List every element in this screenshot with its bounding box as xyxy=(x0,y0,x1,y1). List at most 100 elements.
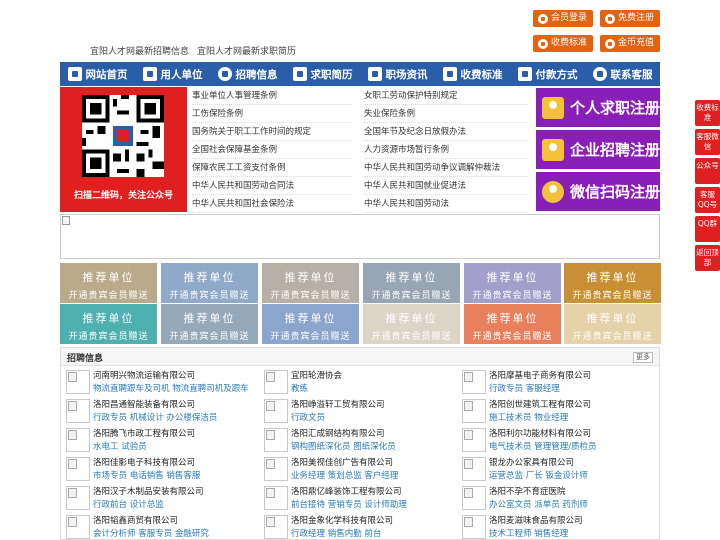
recommend-unit-card[interactable]: 推荐单位 开通贵宾会员赠送 xyxy=(564,263,661,303)
nav-employers[interactable]: 用人单位 xyxy=(135,62,210,86)
job-listing[interactable]: 洛阳不孕不育症医院 办公室文员 派单员 药剂师 xyxy=(462,484,654,512)
job-positions[interactable]: 电气技术员 管理管理/质检员 xyxy=(489,440,597,452)
company-name[interactable]: 洛阳腾飞市政工程有限公司 xyxy=(93,427,195,439)
price-standard-button[interactable]: 收费标准 xyxy=(533,35,594,52)
nav-payment[interactable]: 付款方式 xyxy=(510,62,585,86)
law-link[interactable]: 全国社会保障基金条例 xyxy=(192,141,352,159)
company-name[interactable]: 洛阳汇成钢结构有限公司 xyxy=(291,427,385,439)
law-link[interactable]: 工伤保险条例 xyxy=(192,105,352,123)
job-positions[interactable]: 行政经理 销售内勤 前台 xyxy=(291,527,381,539)
job-listing[interactable]: 洛阳创世建筑工程有限公司 施工技术员 物业经理 xyxy=(462,397,654,425)
company-name[interactable]: 洛阳不孕不育症医院 xyxy=(489,485,566,497)
nav-home[interactable]: 网站首页 xyxy=(60,62,135,86)
job-positions[interactable]: 行政文员 xyxy=(291,411,325,423)
job-positions[interactable]: 市场专员 电话销售 销售客服 xyxy=(93,469,200,481)
job-positions[interactable]: 物流直聘跟车及司机 物流直聘司机及跟车 xyxy=(93,382,249,394)
job-positions[interactable]: 教练 xyxy=(291,382,308,394)
law-link[interactable]: 国务院关于职工工作时间的规定 xyxy=(192,123,352,141)
company-name[interactable]: 宜阳轮滑协会 xyxy=(291,369,342,381)
nav-resumes[interactable]: 求职简历 xyxy=(285,62,360,86)
company-name[interactable]: 洛阳昌通智能装备有限公司 xyxy=(93,398,195,410)
company-name[interactable]: 洛阳美视佳创广告有限公司 xyxy=(291,456,393,468)
job-positions[interactable]: 办公室文员 派单员 药剂师 xyxy=(489,498,588,510)
job-positions[interactable]: 运营总监 厂长 钣金设计师 xyxy=(489,469,588,481)
company-name[interactable]: 洛阳韬鑫商贸有限公司 xyxy=(93,514,178,526)
company-name[interactable]: 河南明兴物流运输有限公司 xyxy=(93,369,195,381)
nav-jobs[interactable]: 招聘信息 xyxy=(210,62,285,86)
nav-contact[interactable]: 联系客服 xyxy=(585,62,660,86)
side-top-button[interactable]: 返回顶部 xyxy=(695,245,720,271)
law-link[interactable]: 失业保险条例 xyxy=(364,105,528,123)
job-listing[interactable]: 洛阳鼎亿峰装饰工程有限公司 前台接待 营销专员 设计师助理 xyxy=(264,484,456,512)
law-link[interactable]: 全国年节及纪念日放假办法 xyxy=(364,123,528,141)
personal-register-button[interactable]: 个人求职注册 xyxy=(536,88,660,127)
job-positions[interactable]: 技术工程师 销售经理 xyxy=(489,527,568,539)
side-qq-group-button[interactable]: QQ群 xyxy=(695,216,720,242)
job-listing[interactable]: 洛阳腾飞市政工程有限公司 水电工 试验员 xyxy=(66,426,258,454)
recommend-unit-card[interactable]: 推荐单位 开通贵宾会员赠送 xyxy=(161,304,258,344)
job-positions[interactable]: 行政前台 设计总监 xyxy=(93,498,164,510)
job-listing[interactable]: 洛阳昌通智能装备有限公司 行政专员 机械设计 办公楼保洁员 xyxy=(66,397,258,425)
job-listing[interactable]: 洛阳佳影电子科技有限公司 市场专员 电话销售 销售客服 xyxy=(66,455,258,483)
company-name[interactable]: 银龙办公家具有限公司 xyxy=(489,456,574,468)
job-positions[interactable]: 水电工 试验员 xyxy=(93,440,147,452)
job-listing[interactable]: 洛阳汉子木制品安装有限公司 行政前台 设计总监 xyxy=(66,484,258,512)
company-name[interactable]: 洛阳金象化学科技有限公司 xyxy=(291,514,393,526)
job-positions[interactable]: 会计分析师 客服专员 金融研究 xyxy=(93,527,209,539)
latest-resumes-link[interactable]: 宜阳人才网最新求职简历 xyxy=(197,44,296,57)
recommend-unit-card[interactable]: 推荐单位 开通贵宾会员赠送 xyxy=(363,263,460,303)
side-account-button[interactable]: 公众号 xyxy=(695,158,720,184)
law-link[interactable]: 中华人民共和国劳动争议调解仲裁法 xyxy=(364,159,528,177)
job-listing[interactable]: 洛阳麦滋味食品有限公司 技术工程师 销售经理 xyxy=(462,513,654,540)
recommend-unit-card[interactable]: 推荐单位 开通贵宾会员赠送 xyxy=(262,304,359,344)
latest-jobs-link[interactable]: 宜阳人才网最新招聘信息 xyxy=(90,44,189,57)
coin-recharge-button[interactable]: 金币充值 xyxy=(600,35,661,52)
recommend-unit-card[interactable]: 推荐单位 开通贵宾会员赠送 xyxy=(564,304,661,344)
job-listing[interactable]: 洛阳美视佳创广告有限公司 业务经理 策划总监 客户经理 xyxy=(264,455,456,483)
job-listing[interactable]: 宜阳轮滑协会 教练 xyxy=(264,368,456,396)
free-register-button[interactable]: 免费注册 xyxy=(600,10,661,27)
law-link[interactable]: 女职工劳动保护特别规定 xyxy=(364,87,528,105)
recommend-unit-card[interactable]: 推荐单位 开通贵宾会员赠送 xyxy=(464,304,561,344)
job-listing[interactable]: 洛阳摩基电子商务有限公司 行政专员 客服经理 xyxy=(462,368,654,396)
job-listing[interactable]: 河南明兴物流运输有限公司 物流直聘跟车及司机 物流直聘司机及跟车 xyxy=(66,368,258,396)
company-name[interactable]: 洛阳佳影电子科技有限公司 xyxy=(93,456,195,468)
nav-news[interactable]: 职场资讯 xyxy=(360,62,435,86)
more-button[interactable]: 更多 xyxy=(633,352,653,363)
law-link[interactable]: 中华人民共和国就业促进法 xyxy=(364,177,528,195)
law-link[interactable]: 保障农民工工资支付条例 xyxy=(192,159,352,177)
recommend-unit-card[interactable]: 推荐单位 开通贵宾会员赠送 xyxy=(464,263,561,303)
nav-pricing[interactable]: 收费标准 xyxy=(435,62,510,86)
recommend-unit-card[interactable]: 推荐单位 开通贵宾会员赠送 xyxy=(161,263,258,303)
company-name[interactable]: 洛阳创世建筑工程有限公司 xyxy=(489,398,591,410)
company-name[interactable]: 洛阳利尔功能材料有限公司 xyxy=(489,427,591,439)
wechat-register-button[interactable]: 微信扫码注册 xyxy=(536,172,660,211)
side-wechat-button[interactable]: 客服微信 xyxy=(695,129,720,155)
job-listing[interactable]: 洛阳韬鑫商贸有限公司 会计分析师 客服专员 金融研究 xyxy=(66,513,258,540)
job-positions[interactable]: 前台接待 营销专员 设计师助理 xyxy=(291,498,407,510)
job-listing[interactable]: 银龙办公家具有限公司 运营总监 厂长 钣金设计师 xyxy=(462,455,654,483)
side-qq-button[interactable]: 客服QQ号 xyxy=(695,187,720,213)
recommend-unit-card[interactable]: 推荐单位 开通贵宾会员赠送 xyxy=(60,263,157,303)
company-name[interactable]: 洛阳麦滋味食品有限公司 xyxy=(489,514,583,526)
ad-banner[interactable] xyxy=(60,214,660,259)
member-login-button[interactable]: 会员登录 xyxy=(533,10,594,27)
law-link[interactable]: 中华人民共和国劳动法 xyxy=(364,195,528,213)
company-name[interactable]: 洛阳摩基电子商务有限公司 xyxy=(489,369,591,381)
job-listing[interactable]: 洛阳金象化学科技有限公司 行政经理 销售内勤 前台 xyxy=(264,513,456,540)
recommend-unit-card[interactable]: 推荐单位 开通贵宾会员赠送 xyxy=(363,304,460,344)
law-link[interactable]: 事业单位人事管理条例 xyxy=(192,87,352,105)
company-name[interactable]: 洛阳鼎亿峰装饰工程有限公司 xyxy=(291,485,402,497)
job-positions[interactable]: 业务经理 策划总监 客户经理 xyxy=(291,469,398,481)
law-link[interactable]: 人力资源市场暂行条例 xyxy=(364,141,528,159)
law-link[interactable]: 中华人民共和国劳动合同法 xyxy=(192,177,352,195)
side-price-button[interactable]: 收费标准 xyxy=(695,100,720,126)
job-positions[interactable]: 施工技术员 物业经理 xyxy=(489,411,568,423)
job-positions[interactable]: 行政专员 客服经理 xyxy=(489,382,560,394)
law-link[interactable]: 中华人民共和国社会保险法 xyxy=(192,195,352,213)
company-name[interactable]: 洛阳峥溢轩工贸有限公司 xyxy=(291,398,385,410)
company-register-button[interactable]: 企业招聘注册 xyxy=(536,130,660,169)
job-positions[interactable]: 行政专员 机械设计 办公楼保洁员 xyxy=(93,411,217,423)
recommend-unit-card[interactable]: 推荐单位 开通贵宾会员赠送 xyxy=(262,263,359,303)
job-listing[interactable]: 洛阳汇成钢结构有限公司 钢构图纸深化员 图纸深化员 xyxy=(264,426,456,454)
